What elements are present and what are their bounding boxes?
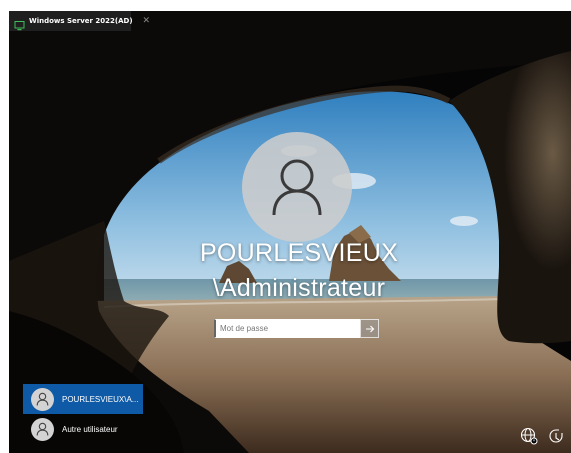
user-icon — [31, 417, 54, 441]
user-list: POURLESVIEUX\A... Autre utilisateur — [23, 384, 143, 444]
user-name-domain: POURLESVIEUX — [199, 239, 399, 267]
submit-button[interactable] — [360, 319, 379, 338]
vm-window: Windows Server 2022(AD) ✕ POURLESVIEUX \… — [9, 11, 571, 453]
arrow-right-icon — [365, 325, 374, 332]
system-tray — [520, 427, 565, 445]
vm-tab-close-button[interactable]: ✕ — [143, 16, 151, 26]
vm-tab[interactable]: Windows Server 2022(AD) ✕ — [9, 11, 150, 31]
user-list-item-other-user[interactable]: Autre utilisateur — [23, 414, 143, 444]
user-icon — [31, 387, 54, 411]
user-name-account: \Administrateur — [212, 274, 386, 302]
user-list-item-administrateur[interactable]: POURLESVIEUX\A... — [23, 384, 143, 414]
password-form — [214, 319, 379, 338]
accessibility-icon[interactable] — [547, 427, 565, 445]
user-list-item-label: Autre utilisateur — [62, 424, 118, 434]
password-input[interactable] — [214, 319, 360, 338]
user-list-item-label: POURLESVIEUX\A... — [62, 394, 139, 404]
user-icon — [272, 159, 322, 216]
network-icon[interactable] — [520, 427, 538, 445]
vm-tab-title: Windows Server 2022(AD) — [29, 17, 133, 25]
user-avatar — [242, 132, 352, 242]
monitor-icon — [14, 16, 25, 30]
